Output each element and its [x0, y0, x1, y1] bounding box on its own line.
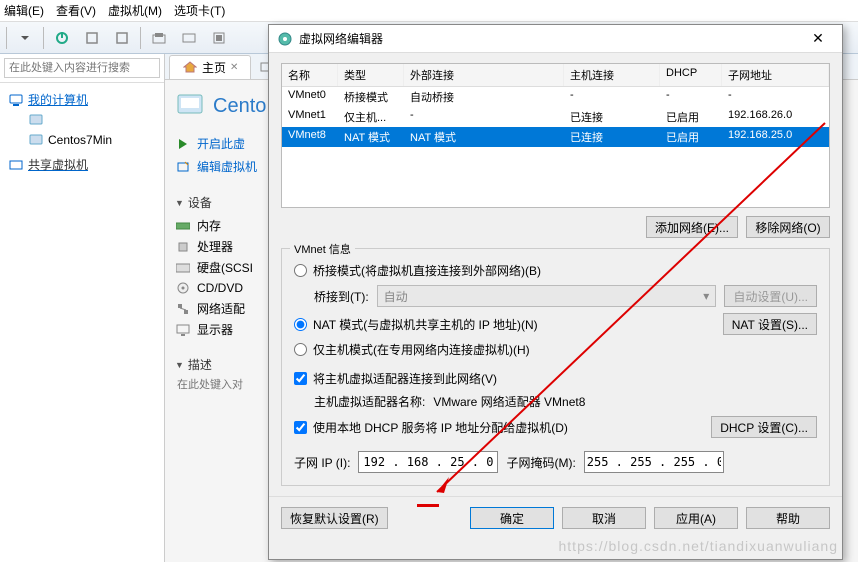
dialog-footer: 恢复默认设置(R) 确定 取消 应用(A) 帮助	[269, 496, 842, 539]
mask-label: 子网掩码(M):	[506, 454, 575, 471]
bridge-to-label: 桥接到(T):	[314, 288, 369, 305]
network-icon	[175, 301, 191, 317]
tab-home-label: 主页	[202, 59, 226, 76]
subnet-ip-input[interactable]	[358, 451, 498, 473]
cancel-button[interactable]: 取消	[562, 507, 646, 529]
radio-bridge[interactable]: 桥接模式(将虚拟机直接连接到外部网络)(B)	[294, 259, 817, 282]
desc-header-label: 描述	[188, 356, 212, 373]
col-host[interactable]: 主机连接	[564, 64, 660, 86]
network-table: 名称 类型 外部连接 主机连接 DHCP 子网地址 VMnet0 桥接模式 自动…	[281, 63, 830, 208]
col-subnet[interactable]: 子网地址	[722, 64, 829, 86]
remove-network-button[interactable]: 移除网络(O)	[746, 216, 830, 238]
vmnet-info-group: VMnet 信息 桥接模式(将虚拟机直接连接到外部网络)(B) 桥接到(T): …	[281, 248, 830, 486]
tree-shared-label: 共享虚拟机	[28, 156, 88, 173]
radio-bridge-input[interactable]	[294, 264, 307, 277]
devices-header-label: 设备	[188, 194, 212, 211]
radio-nat[interactable]: NAT 模式(与虚拟机共享主机的 IP 地址)(N) NAT 设置(S)...	[294, 310, 817, 338]
ok-button[interactable]: 确定	[470, 507, 554, 529]
computer-icon	[8, 92, 24, 108]
table-row[interactable]: VMnet1 仅主机... - 已连接 已启用 192.168.26.0	[282, 107, 829, 127]
action-edit-label: 编辑虚拟机	[197, 158, 257, 175]
col-type[interactable]: 类型	[338, 64, 404, 86]
dialog-icon	[277, 31, 293, 47]
bridge-combo: 自动 ▾	[377, 285, 717, 307]
toolbar-btn-3[interactable]	[108, 25, 136, 51]
dhcp-set-button[interactable]: DHCP 设置(C)...	[711, 416, 817, 438]
adapter-name-label: 主机虚拟适配器名称:	[314, 393, 425, 410]
toolbar-btn-4[interactable]	[145, 25, 173, 51]
menu-vm[interactable]: 虚拟机(M)	[108, 2, 162, 19]
home-icon	[182, 59, 198, 75]
mask-input[interactable]	[584, 451, 724, 473]
vm-icon	[28, 132, 44, 148]
power-on-icon[interactable]	[48, 25, 76, 51]
check-connect-host[interactable]: 将主机虚拟适配器连接到此网络(V)	[294, 367, 817, 390]
tab-home[interactable]: 主页 ✕	[169, 55, 251, 79]
watermark: https://blog.csdn.net/tiandixuanwuliang	[559, 538, 839, 554]
col-name[interactable]: 名称	[282, 64, 338, 86]
table-row-selected[interactable]: VMnet8 NAT 模式 NAT 模式 已连接 已启用 192.168.25.…	[282, 127, 829, 147]
vm-title-icon	[175, 90, 207, 122]
cpu-icon	[175, 239, 191, 255]
menu-view[interactable]: 查看(V)	[56, 2, 96, 19]
vm-tree: 我的计算机 Centos7Min 共享虚拟机	[0, 83, 164, 181]
dialog-titlebar: 虚拟网络编辑器 ✕	[269, 25, 842, 53]
tree-item-2[interactable]: Centos7Min	[24, 130, 160, 150]
edit-icon	[175, 159, 191, 175]
tree-item-1[interactable]	[24, 110, 160, 130]
vm-title-text: Cento	[213, 95, 266, 118]
adapter-name: VMware 网络适配器 VMnet8	[433, 393, 585, 410]
toolbar-btn-5[interactable]	[175, 25, 203, 51]
disk-icon	[175, 260, 191, 276]
tree-my-computer[interactable]: 我的计算机	[4, 89, 160, 110]
cd-icon	[175, 280, 191, 296]
subnet-ip-label: 子网 IP (I):	[294, 454, 350, 471]
close-button[interactable]: ✕	[802, 25, 834, 52]
menu-tabs[interactable]: 选项卡(T)	[174, 2, 225, 19]
action-start-label: 开启此虚	[197, 135, 245, 152]
toolbar-dropdown[interactable]	[11, 25, 39, 51]
toolbar-btn-2[interactable]	[78, 25, 106, 51]
add-network-button[interactable]: 添加网络(E)...	[646, 216, 738, 238]
radio-hostonly[interactable]: 仅主机模式(在专用网络内连接虚拟机)(H)	[294, 338, 817, 361]
tree-shared[interactable]: 共享虚拟机	[4, 154, 160, 175]
col-dhcp[interactable]: DHCP	[660, 64, 722, 86]
tab-close-icon[interactable]: ✕	[230, 62, 238, 73]
dialog-title: 虚拟网络编辑器	[299, 30, 802, 47]
check-dhcp[interactable]: 使用本地 DHCP 服务将 IP 地址分配给虚拟机(D) DHCP 设置(C).…	[294, 413, 817, 441]
vm-icon	[28, 112, 44, 128]
radio-hostonly-input[interactable]	[294, 343, 307, 356]
restore-button[interactable]: 恢复默认设置(R)	[281, 507, 388, 529]
display-icon	[175, 322, 191, 338]
toolbar-btn-6[interactable]	[205, 25, 233, 51]
nat-set-button[interactable]: NAT 设置(S)...	[723, 313, 817, 335]
menu-edit[interactable]: 编辑(E)	[4, 2, 44, 19]
tree-item-2-label: Centos7Min	[48, 133, 112, 147]
apply-button[interactable]: 应用(A)	[654, 507, 738, 529]
check-connect-input[interactable]	[294, 372, 307, 385]
search-input[interactable]	[4, 58, 160, 78]
chevron-down-icon: ▾	[703, 289, 709, 303]
play-icon	[175, 136, 191, 152]
sidebar: 我的计算机 Centos7Min 共享虚拟机	[0, 54, 165, 562]
network-editor-dialog: 虚拟网络编辑器 ✕ 名称 类型 外部连接 主机连接 DHCP 子网地址 VMne…	[268, 24, 843, 560]
menubar: 编辑(E) 查看(V) 虚拟机(M) 选项卡(T)	[0, 0, 858, 22]
tree-root-label: 我的计算机	[28, 91, 88, 108]
radio-nat-input[interactable]	[294, 318, 307, 331]
help-button[interactable]: 帮助	[746, 507, 830, 529]
memory-icon	[175, 218, 191, 234]
table-row[interactable]: VMnet0 桥接模式 自动桥接 - - -	[282, 87, 829, 107]
check-dhcp-input[interactable]	[294, 421, 307, 434]
table-header: 名称 类型 外部连接 主机连接 DHCP 子网地址	[282, 64, 829, 87]
group-title: VMnet 信息	[290, 241, 355, 257]
auto-set-button: 自动设置(U)...	[724, 285, 817, 307]
col-ext[interactable]: 外部连接	[404, 64, 564, 86]
shared-icon	[8, 157, 24, 173]
annotation-underline	[417, 504, 439, 507]
